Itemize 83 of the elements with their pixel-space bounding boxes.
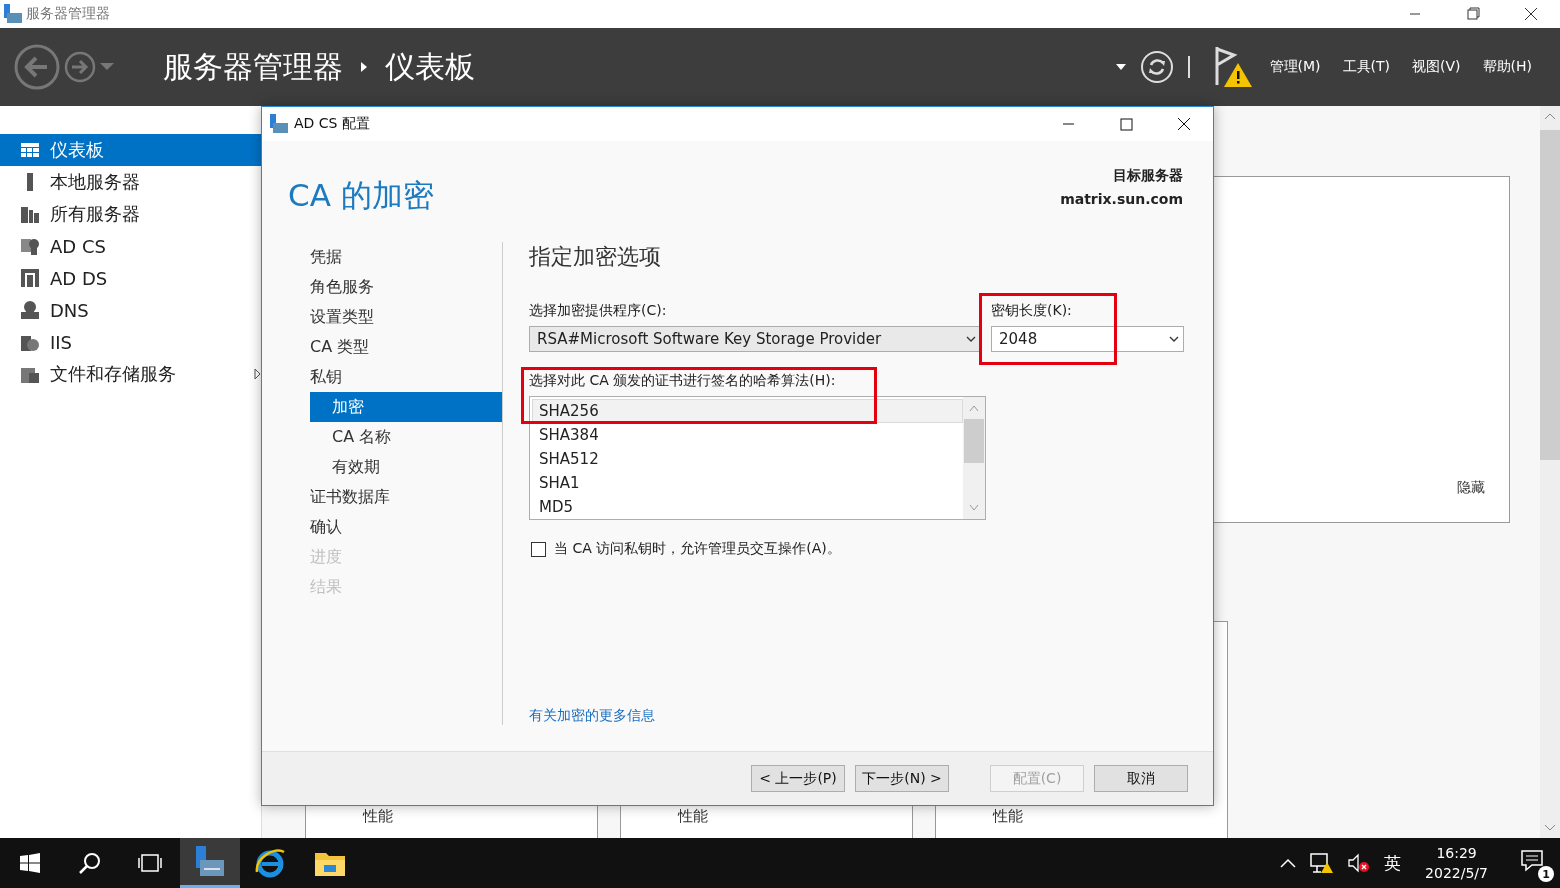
window-title: 服务器管理器 — [26, 5, 111, 23]
scrollbar[interactable] — [1540, 106, 1560, 838]
list-item[interactable]: SHA512 — [532, 447, 963, 471]
more-info-link[interactable]: 有关加密的更多信息 — [529, 707, 1213, 725]
action-center-icon[interactable] — [1520, 848, 1544, 872]
wizard-step[interactable]: 确认 — [310, 512, 502, 542]
menu-item[interactable]: 管理(M) — [1263, 54, 1327, 80]
show-hidden-icons-icon[interactable] — [1280, 858, 1297, 868]
wizard-step[interactable]: CA 类型 — [310, 332, 502, 362]
clock-time[interactable]: 16:29 — [1436, 843, 1477, 863]
role-icon — [20, 333, 40, 351]
clock-date[interactable]: 2022/5/7 — [1425, 863, 1488, 883]
notification-badge: 1 — [1538, 866, 1554, 882]
target-server-name: matrix.sun.com — [1060, 190, 1183, 209]
role-icon — [20, 301, 40, 319]
field-label: 选择加密提供程序(C): — [529, 302, 668, 320]
refresh-icon[interactable] — [1139, 50, 1174, 84]
search-icon[interactable] — [79, 852, 101, 874]
breadcrumb-item: 服务器管理器 — [163, 47, 343, 86]
wizard-button[interactable]: 取消 — [1094, 765, 1188, 792]
network-warning-icon[interactable] — [1310, 852, 1335, 874]
start-icon[interactable] — [20, 853, 40, 873]
sidebar-item[interactable]: 所有服务器 — [0, 198, 261, 230]
tile-row-label: 性能 — [363, 807, 393, 825]
field-label: 密钥长度(K): — [991, 302, 1073, 320]
sidebar-item[interactable]: AD DS — [0, 262, 261, 294]
role-icon — [20, 365, 40, 383]
wizard-step[interactable]: 凭据 — [310, 242, 502, 272]
menu-item[interactable]: 工具(T) — [1336, 54, 1397, 80]
wizard-button[interactable]: < 上一步(P) — [751, 765, 845, 792]
server-manager-icon[interactable] — [194, 845, 226, 878]
wizard-step[interactable]: 证书数据库 — [310, 482, 502, 512]
menu-item[interactable]: 帮助(H) — [1476, 54, 1538, 80]
expand-arrow-icon[interactable] — [254, 368, 261, 380]
sidebar-item[interactable]: DNS — [0, 294, 261, 326]
input-language-indicator[interactable]: 英 — [1384, 851, 1402, 875]
sidebar-item[interactable]: AD CS — [0, 230, 261, 262]
breadcrumb-item: 仪表板 — [385, 47, 475, 86]
role-icon — [20, 269, 40, 287]
page-title: CA 的加密 — [288, 176, 434, 215]
back-icon[interactable] — [14, 44, 60, 90]
dropdown-caret-icon[interactable] — [1115, 64, 1126, 70]
app-icon — [4, 4, 22, 24]
wizard-step[interactable]: 设置类型 — [310, 302, 502, 332]
wizard-step[interactable]: 有效期 — [310, 452, 502, 482]
tile-row-label: 性能 — [678, 807, 708, 825]
checkbox-label[interactable]: 当 CA 访问私钥时，允许管理员交互操作(A)。 — [554, 540, 841, 558]
role-icon — [20, 141, 40, 159]
wizard-step[interactable]: 私钥 — [310, 362, 502, 392]
checkbox[interactable] — [531, 541, 546, 557]
key-length-select[interactable]: 2048 — [991, 326, 1184, 352]
wizard-step[interactable]: CA 名称 — [310, 422, 502, 452]
hide-link[interactable]: 隐藏 — [1457, 479, 1485, 497]
section-title: 指定加密选项 — [529, 243, 662, 271]
list-item[interactable]: MD5 — [532, 495, 963, 519]
folder-icon[interactable] — [315, 850, 345, 876]
sidebar-item[interactable]: 仪表板 — [0, 134, 261, 166]
menu-item[interactable]: 视图(V) — [1406, 54, 1467, 80]
sidebar-item[interactable]: 本地服务器 — [0, 166, 261, 198]
tile-row-label: 性能 — [993, 807, 1023, 825]
target-server-label: 目标服务器 — [1113, 166, 1183, 185]
chevron-down-icon — [1169, 336, 1179, 342]
wizard-step[interactable]: 加密 — [310, 392, 502, 422]
field-label: 选择对此 CA 颁发的证书进行签名的哈希算法(H): — [529, 372, 837, 390]
app-icon — [270, 114, 288, 134]
role-icon — [20, 205, 40, 223]
forward-icon[interactable] — [64, 51, 96, 83]
list-item[interactable]: SHA384 — [532, 423, 963, 447]
chevron-down-icon — [966, 336, 976, 342]
list-item[interactable]: SHA1 — [532, 471, 963, 495]
list-item[interactable]: SHA256 — [532, 399, 963, 423]
provider-select[interactable]: RSA#Microsoft Software Key Storage Provider — [529, 326, 981, 352]
notification-flag-icon[interactable] — [1213, 45, 1254, 89]
role-icon — [20, 237, 40, 255]
dialog-title: AD CS 配置 — [294, 115, 371, 133]
task-view-icon[interactable] — [138, 853, 162, 873]
sidebar-item[interactable]: 文件和存储服务 — [0, 358, 261, 390]
speaker-muted-icon[interactable] — [1348, 853, 1371, 873]
wizard-button[interactable]: 下一步(N) > — [855, 765, 949, 792]
sidebar-item[interactable]: IIS — [0, 326, 261, 358]
wizard-step[interactable]: 角色服务 — [310, 272, 502, 302]
breadcrumb-arrow-icon — [359, 61, 369, 73]
browser-icon[interactable] — [255, 848, 285, 878]
